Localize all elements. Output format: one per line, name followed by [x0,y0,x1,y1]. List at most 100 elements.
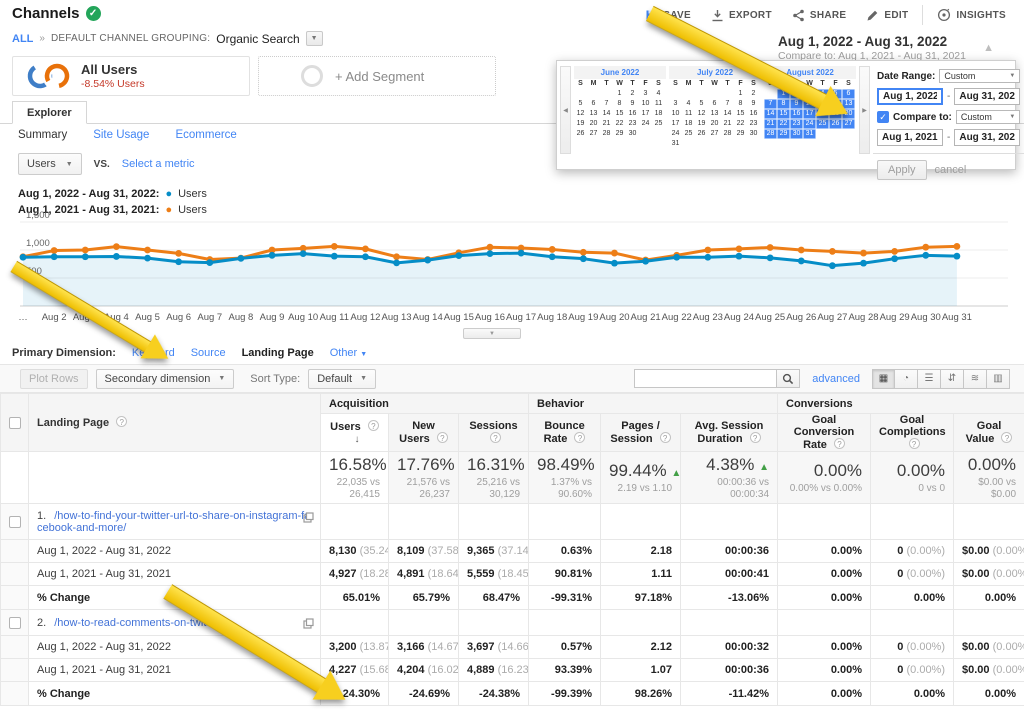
calendar-day[interactable]: 12 [829,99,842,109]
search-button[interactable] [776,369,800,388]
calendar-day[interactable]: 1 [613,89,626,99]
calendar-day[interactable]: 7 [600,99,613,109]
calendar-day[interactable]: 16 [790,109,803,119]
dimension-keyword[interactable]: Keyword [132,347,175,359]
subtab-ecommerce[interactable]: Ecommerce [175,129,236,141]
help-icon[interactable]: ? [116,416,127,427]
calendar-day[interactable]: 9 [626,99,639,109]
calendar-day[interactable]: 1 [777,89,790,99]
start-date-input[interactable] [877,88,943,105]
calendar-day[interactable]: 22 [777,119,790,129]
calendar-day[interactable]: 30 [790,129,803,139]
calendar-day[interactable]: 11 [682,109,695,119]
edit-button[interactable]: EDIT [856,6,918,25]
performance-view-icon[interactable]: ☰ [918,369,941,389]
calendar-day[interactable]: 4 [652,89,665,99]
metric-dropdown[interactable]: Users ▼ [18,153,82,175]
calendar-day[interactable]: 25 [682,129,695,139]
calendar-day[interactable]: 14 [764,109,777,119]
calendar-day[interactable]: 13 [708,109,721,119]
insights-button[interactable]: INSIGHTS [922,5,1016,25]
calendar-day[interactable]: 5 [574,99,587,109]
percentage-view-icon[interactable]: ◔ [895,369,918,389]
calendar-day[interactable]: 20 [587,119,600,129]
calendar-day[interactable]: 22 [734,119,747,129]
calendar-day[interactable]: 29 [734,129,747,139]
grouping-dropdown-button[interactable]: ▼ [306,31,323,46]
calendar-day[interactable]: 15 [613,109,626,119]
calendar-day[interactable]: 12 [695,109,708,119]
calendar-day[interactable]: 11 [816,99,829,109]
calendar-day[interactable]: 25 [816,119,829,129]
calendar-day[interactable]: 28 [764,129,777,139]
export-button[interactable]: EXPORT [701,6,782,25]
help-icon[interactable]: ? [490,432,501,443]
calendar-day[interactable]: 13 [587,109,600,119]
calendar-day[interactable]: 31 [669,139,682,149]
calendar-day[interactable]: 26 [695,129,708,139]
apply-button[interactable]: Apply [877,160,927,180]
subtab-site-usage[interactable]: Site Usage [93,129,149,141]
compare-type-select[interactable]: Custom ▼ [956,110,1020,124]
table-search-input[interactable] [634,369,776,388]
calendar-day[interactable]: 2 [747,89,760,99]
share-button[interactable]: SHARE [782,6,857,25]
row-checkbox[interactable] [9,617,21,629]
calendar-day[interactable]: 10 [639,99,652,109]
calendar-day[interactable]: 5 [829,89,842,99]
calendar-day[interactable]: 6 [708,99,721,109]
calendar-day[interactable]: 31 [803,129,816,139]
term-cloud-view-icon[interactable]: ≋ [964,369,987,389]
calendar-day[interactable]: 19 [695,119,708,129]
calendar-day[interactable]: 10 [669,109,682,119]
calendar-day[interactable]: 6 [587,99,600,109]
dimension-landing-page[interactable]: Landing Page [242,347,314,359]
calendar-day[interactable]: 18 [816,109,829,119]
add-segment-button[interactable]: + Add Segment [258,56,496,96]
dimension-source[interactable]: Source [191,347,226,359]
column-header[interactable]: Pages / Session ? [601,414,681,452]
calendar-day[interactable]: 15 [777,109,790,119]
compare-start-date-input[interactable] [877,129,943,146]
calendar-day[interactable]: 7 [721,99,734,109]
calendar-day[interactable]: 30 [747,129,760,139]
calendar-day[interactable]: 18 [652,109,665,119]
calendar-day[interactable]: 13 [842,99,855,109]
help-icon[interactable]: ? [437,432,448,443]
calendar-day[interactable]: 28 [721,129,734,139]
help-icon[interactable]: ? [368,420,379,431]
calendar-day[interactable]: 21 [600,119,613,129]
calendar-day[interactable]: 3 [669,99,682,109]
help-icon[interactable]: ? [660,432,671,443]
help-icon[interactable]: ? [574,432,585,443]
column-header[interactable]: Bounce Rate ? [529,414,601,452]
help-icon[interactable]: ? [1001,432,1012,443]
calendar-day[interactable]: 27 [708,129,721,139]
save-button[interactable]: SAVE [635,6,701,25]
column-header[interactable]: Goal Value ? [954,414,1024,452]
tab-explorer[interactable]: Explorer [12,101,87,124]
breadcrumb-all-link[interactable]: ALL [12,33,33,45]
chart-collapse-handle[interactable]: ▼ [463,328,521,339]
column-header[interactable]: New Users ? [389,414,459,452]
open-page-icon[interactable] [303,512,314,526]
help-icon[interactable]: ? [834,438,845,449]
calendar-day[interactable]: 27 [587,129,600,139]
calendar-day[interactable]: 1 [734,89,747,99]
column-header[interactable]: Sessions ? [459,414,529,452]
calendar-prev-button[interactable]: ◀ [560,66,571,154]
calendar-day[interactable]: 17 [639,109,652,119]
calendar-day[interactable]: 6 [842,89,855,99]
calendar-day[interactable]: 7 [764,99,777,109]
calendar-day[interactable]: 9 [790,99,803,109]
calendar-day[interactable]: 14 [721,109,734,119]
calendar-day[interactable]: 26 [829,119,842,129]
calendar-day[interactable]: 4 [682,99,695,109]
calendar-day[interactable]: 5 [695,99,708,109]
calendar-day[interactable]: 9 [747,99,760,109]
calendar-day[interactable]: 17 [803,109,816,119]
calendar-day[interactable]: 10 [803,99,816,109]
calendar-day[interactable]: 30 [626,129,639,139]
select-metric-link[interactable]: Select a metric [122,158,195,170]
help-icon[interactable]: ? [909,438,920,449]
